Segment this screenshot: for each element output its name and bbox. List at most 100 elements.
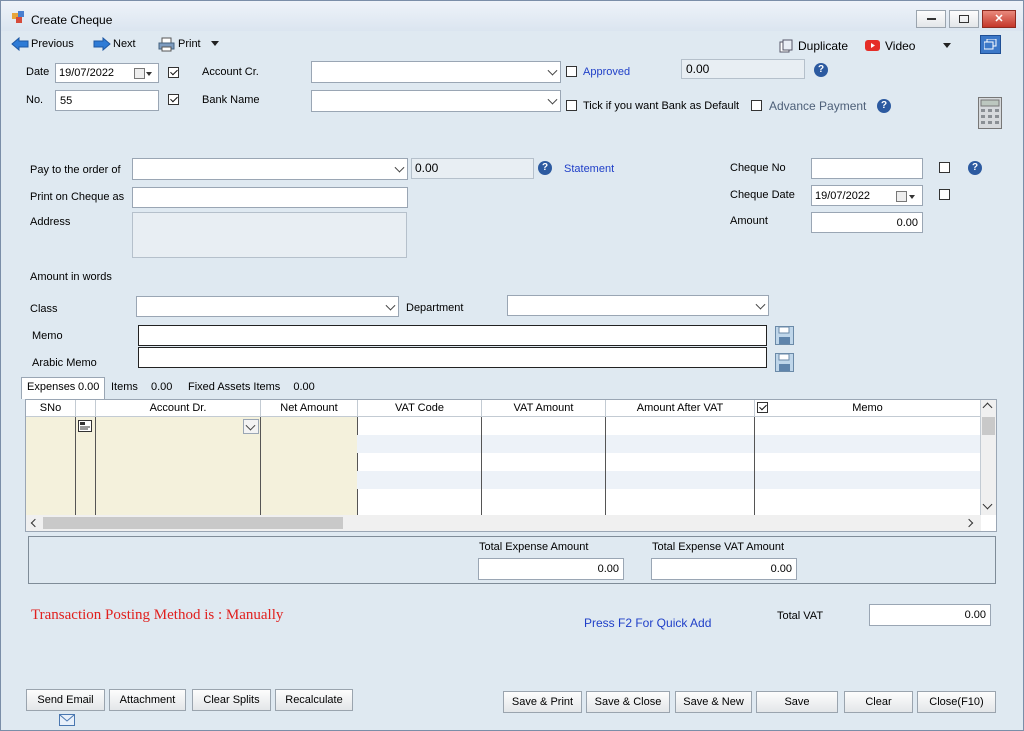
save-memo-icon[interactable]	[775, 326, 794, 345]
vertical-scrollbar[interactable]	[981, 400, 996, 515]
date-value: 19/07/2022	[59, 67, 115, 79]
chevron-down-icon	[547, 65, 558, 76]
arabic-memo-input[interactable]	[138, 347, 767, 368]
save-arabic-memo-icon[interactable]	[775, 353, 794, 372]
help-icon[interactable]: ?	[538, 161, 552, 175]
pay-to-select[interactable]	[132, 158, 408, 180]
save-button[interactable]: Save	[756, 691, 838, 713]
save-and-new-button[interactable]: Save & New	[675, 691, 752, 713]
scroll-right-icon[interactable]	[964, 518, 974, 528]
scroll-up-icon[interactable]	[982, 402, 993, 413]
approved-checkbox[interactable]	[566, 66, 577, 77]
column-header-account-dr[interactable]: Account Dr.	[96, 400, 261, 417]
class-select[interactable]	[136, 296, 399, 317]
print-on-cheque-input[interactable]	[132, 187, 408, 208]
cheque-no-checkbox[interactable]	[939, 162, 950, 173]
advance-payment-label: Advance Payment	[769, 99, 867, 113]
scroll-left-icon[interactable]	[30, 518, 40, 528]
clear-button[interactable]: Clear	[844, 691, 913, 713]
class-label: Class	[30, 303, 58, 315]
vat-amount-cell[interactable]	[482, 417, 606, 515]
column-header-net-amount[interactable]: Net Amount	[261, 400, 358, 417]
account-cr-label: Account Cr.	[202, 66, 259, 78]
more-dropdown-icon[interactable]	[943, 43, 951, 48]
column-header-memo-label: Memo	[852, 402, 883, 414]
video-label: Video	[885, 39, 916, 53]
printer-icon	[158, 37, 175, 52]
account-dr-cell[interactable]	[96, 417, 261, 515]
cheque-date-label: Cheque Date	[730, 189, 795, 201]
advance-payment-checkbox[interactable]	[751, 100, 762, 111]
help-icon[interactable]: ?	[968, 161, 982, 175]
cheque-date-checkbox[interactable]	[939, 189, 950, 200]
date-label: Date	[26, 66, 50, 78]
row-icon-cell[interactable]	[76, 417, 96, 515]
minimize-button[interactable]	[916, 10, 946, 28]
memo-column-checkbox[interactable]	[757, 402, 768, 413]
totals-panel: Total Expense Amount 0.00 Total Expense …	[28, 536, 996, 584]
memo-cell[interactable]	[755, 417, 981, 515]
column-header-memo[interactable]: Memo	[755, 400, 981, 417]
print-dropdown-icon[interactable]	[211, 41, 219, 46]
scroll-down-icon[interactable]	[982, 499, 993, 510]
net-amount-cell[interactable]	[261, 417, 358, 515]
recalculate-button[interactable]: Recalculate	[275, 689, 353, 711]
address-field	[132, 212, 407, 258]
account-dr-dropdown[interactable]	[243, 419, 259, 434]
amount-after-vat-cell[interactable]	[606, 417, 755, 515]
arabic-memo-label: Arabic Memo	[32, 357, 97, 369]
save-and-print-button[interactable]: Save & Print	[503, 691, 582, 713]
total-expense-amount-label: Total Expense Amount	[479, 541, 589, 553]
youtube-icon	[865, 40, 880, 51]
account-balance-field: 0.00	[681, 59, 805, 79]
arrow-right-icon	[93, 37, 111, 51]
restore-layout-button[interactable]	[980, 35, 1001, 54]
posting-method-text: Transaction Posting Method is : Manually	[31, 607, 284, 623]
attachment-button[interactable]: Attachment	[109, 689, 186, 711]
department-select[interactable]	[507, 295, 769, 316]
bank-default-checkbox[interactable]	[566, 100, 577, 111]
calculator-icon[interactable]	[978, 97, 1002, 129]
memo-input[interactable]	[138, 325, 767, 346]
horizontal-scroll-thumb[interactable]	[43, 517, 343, 529]
cheque-no-input[interactable]	[811, 158, 923, 179]
payee-balance-value: 0.00	[415, 161, 439, 175]
column-header-vat-code[interactable]: VAT Code	[358, 400, 482, 417]
tab-fixed-assets-value: 0.00	[293, 381, 315, 393]
total-expense-vat-field: 0.00	[651, 558, 797, 580]
send-email-button[interactable]: Send Email	[26, 689, 105, 727]
amount-input[interactable]: 0.00	[811, 212, 923, 233]
account-cr-select[interactable]	[311, 61, 561, 83]
close-icon: ✕	[994, 13, 1004, 25]
help-icon[interactable]: ?	[877, 99, 891, 113]
total-vat-field: 0.00	[869, 604, 991, 626]
tab-expenses[interactable]: Expenses 0.00	[21, 377, 105, 399]
maximize-button[interactable]	[949, 10, 979, 28]
statement-link[interactable]: Statement	[564, 163, 614, 175]
expenses-grid[interactable]: SNo Account Dr. Net Amount VAT Code VAT …	[25, 399, 997, 532]
date-picker[interactable]: 19/07/2022	[55, 63, 159, 83]
horizontal-scrollbar[interactable]	[26, 515, 981, 531]
cheque-date-picker[interactable]: 19/07/2022	[811, 185, 923, 206]
save-and-close-button[interactable]: Save & Close	[586, 691, 670, 713]
clear-splits-button[interactable]: Clear Splits	[192, 689, 271, 711]
vat-code-cell[interactable]	[358, 417, 482, 515]
tab-items[interactable]: Items 0.00	[111, 378, 172, 397]
date-checkbox[interactable]	[168, 67, 179, 78]
vertical-scroll-thumb[interactable]	[982, 417, 995, 435]
help-icon[interactable]: ?	[814, 63, 828, 77]
address-label: Address	[30, 216, 71, 228]
tab-fixed-assets[interactable]: Fixed Assets Items 0.00	[188, 378, 315, 397]
close-button[interactable]: Close(F10)	[917, 691, 996, 713]
sno-cell[interactable]	[26, 417, 76, 515]
close-window-button[interactable]: ✕	[982, 10, 1016, 28]
chevron-down-icon	[385, 300, 396, 311]
no-checkbox[interactable]	[168, 94, 179, 105]
column-header-sno[interactable]: SNo	[26, 400, 76, 417]
no-input[interactable]: 55	[55, 90, 159, 111]
column-header-vat-amount[interactable]: VAT Amount	[482, 400, 606, 417]
bank-name-select[interactable]	[311, 90, 561, 112]
total-expense-vat-label: Total Expense VAT Amount	[652, 541, 785, 553]
column-header-amount-after-vat[interactable]: Amount After VAT	[606, 400, 755, 417]
column-header-icon	[76, 400, 96, 417]
